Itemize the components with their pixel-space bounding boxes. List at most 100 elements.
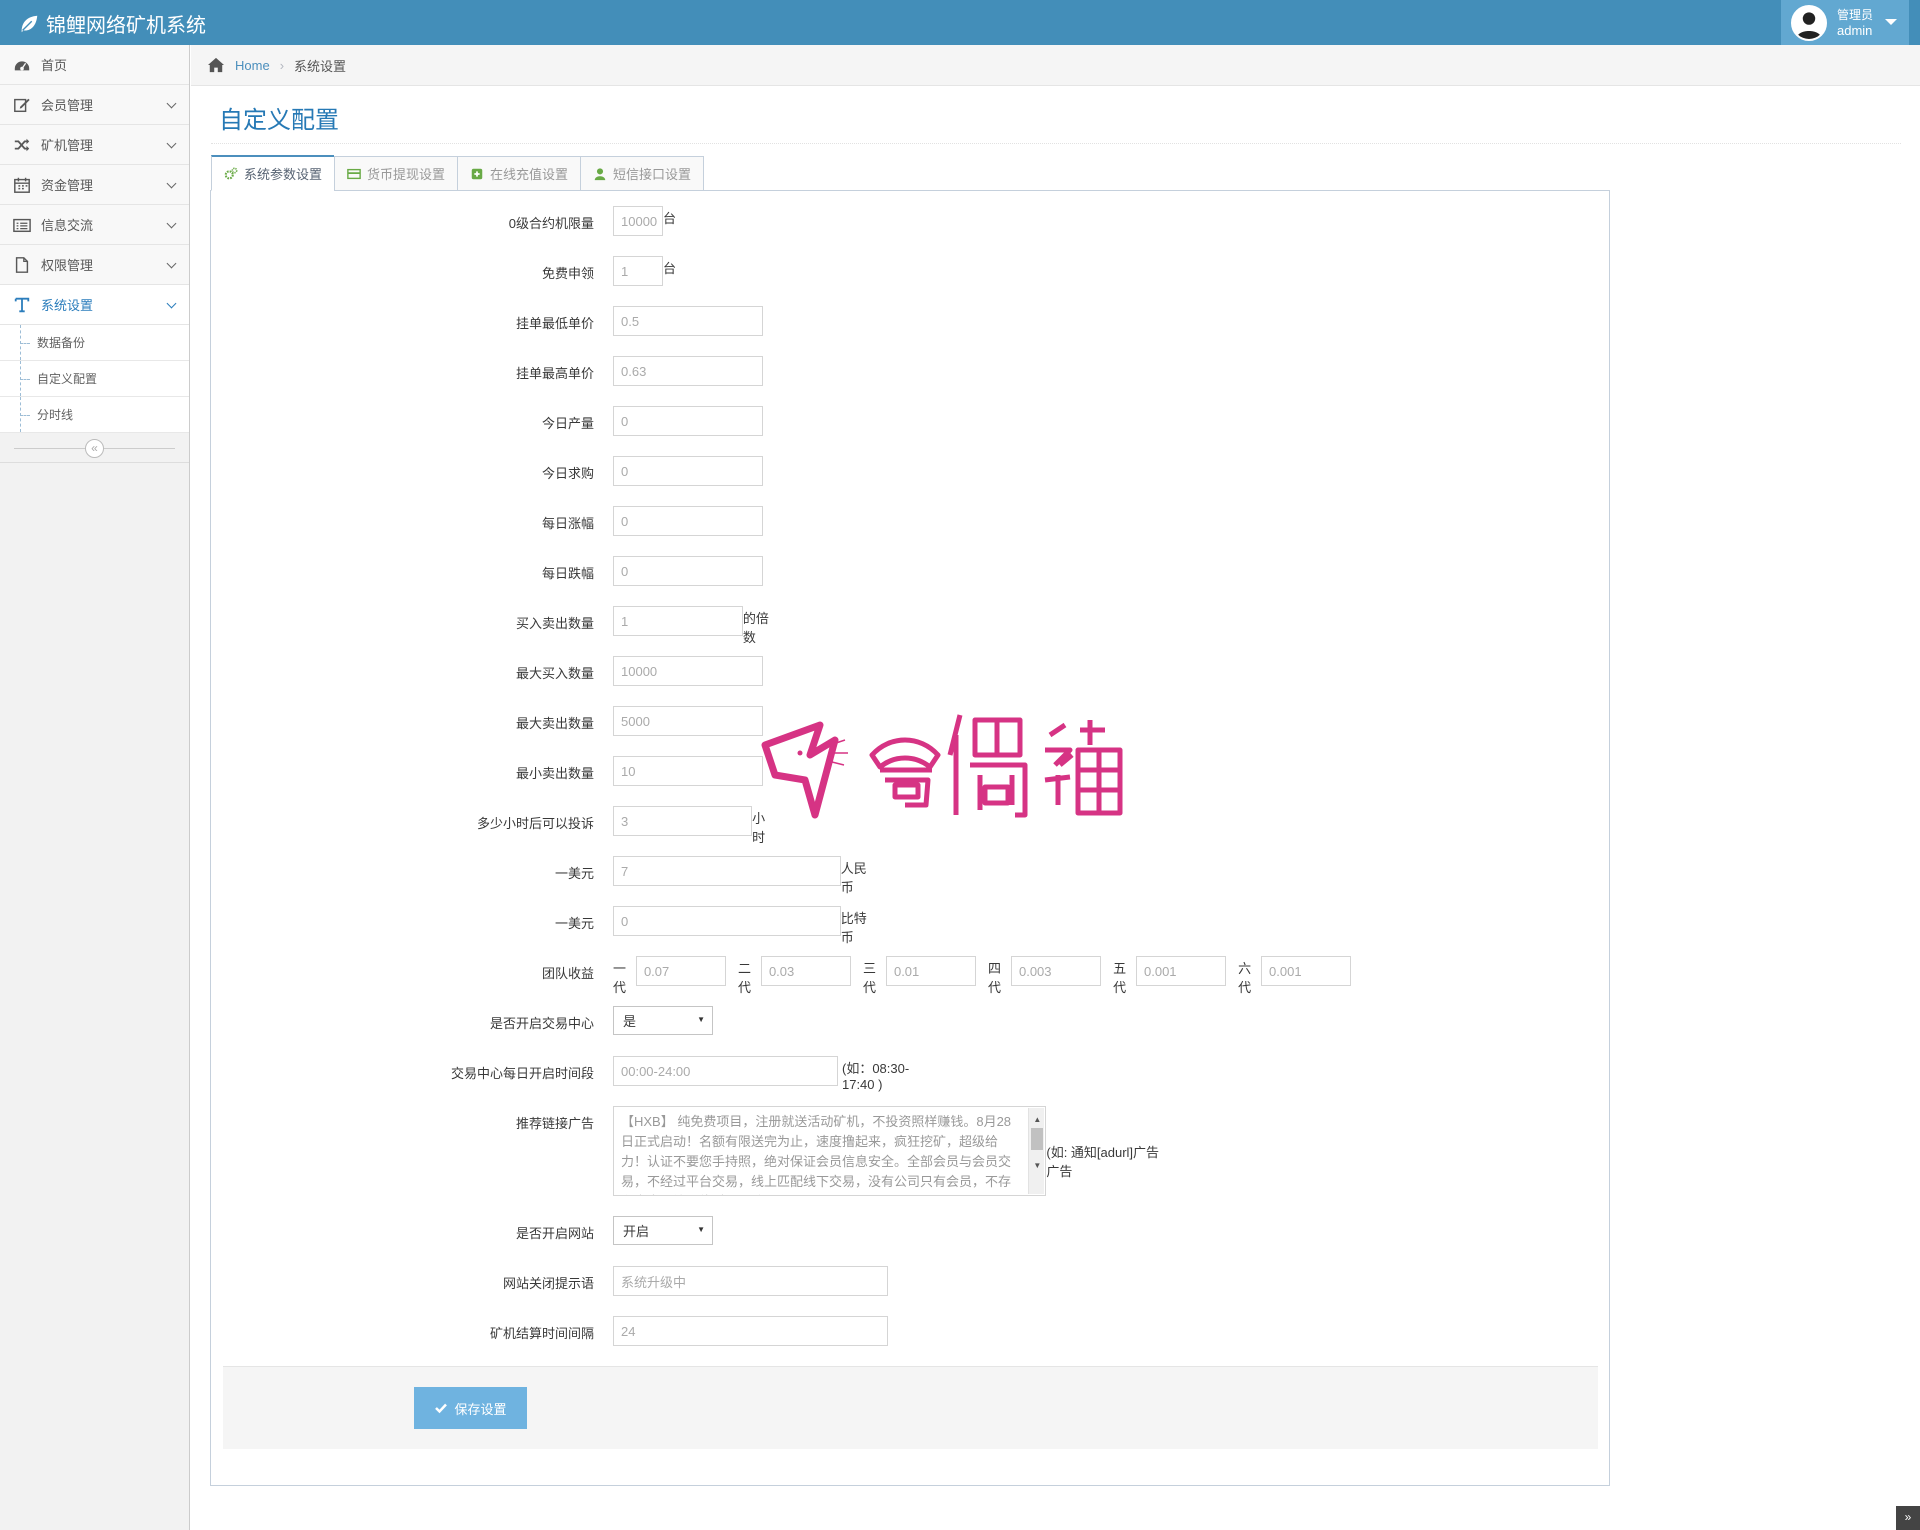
chevron-down-icon: [166, 218, 177, 229]
trade-qty-input[interactable]: 1: [613, 606, 743, 636]
scroll-down-icon[interactable]: ▼: [1033, 1156, 1041, 1176]
calendar-icon: [11, 176, 33, 194]
breadcrumb: Home › 系统设置: [191, 45, 1920, 86]
generation-label: 五代: [1113, 961, 1127, 995]
double-chevron-left-icon[interactable]: «: [85, 439, 104, 458]
random-icon: [11, 136, 33, 154]
settings-tabs: 系统参数设置 货币提现设置 在线充值设置 短信接口设置: [211, 155, 705, 191]
field-label: 一美元: [554, 916, 594, 931]
sidebar-item-label: 信息交流: [41, 218, 94, 233]
settle-interval-input[interactable]: 24: [613, 1316, 888, 1346]
tab-label: 货币提现设置: [367, 167, 446, 182]
field-label: 买入卖出数量: [515, 616, 594, 631]
sidebar-item-home[interactable]: 首页: [0, 45, 189, 85]
sidebar-item-label: 会员管理: [41, 98, 94, 113]
sidebar-item-settings[interactable]: 系统设置: [0, 285, 189, 325]
field-label: 最大卖出数量: [515, 716, 594, 731]
breadcrumb-home-link[interactable]: Home: [235, 58, 270, 73]
team-income-gen1-input[interactable]: 0.07: [635, 956, 727, 986]
scroll-to-top-button[interactable]: »: [1896, 1506, 1920, 1530]
user-menu[interactable]: 管理员 admin: [1781, 0, 1909, 45]
page-title: 自定义配置: [219, 107, 339, 134]
field-label: 今日产量: [541, 416, 594, 431]
field-label: 最大买入数量: [515, 666, 594, 681]
credit-card-icon: [347, 167, 361, 181]
sidebar-item-label: 资金管理: [41, 178, 94, 193]
max-sell-input[interactable]: 5000: [613, 706, 763, 736]
field-label: 交易中心每日开启时间段: [450, 1066, 594, 1081]
field-label: 每日跌幅: [541, 566, 594, 581]
user-icon: [593, 167, 607, 181]
min-price-input[interactable]: 0.5: [613, 306, 763, 336]
sidebar-subitem-timeline[interactable]: 分时线: [0, 397, 189, 433]
sidebar-item-funds[interactable]: 资金管理: [0, 165, 189, 205]
generation-label: 三代: [863, 961, 877, 995]
field-label: 一美元: [554, 866, 594, 881]
home-icon: [208, 57, 224, 73]
daily-rise-input[interactable]: 0: [613, 506, 763, 536]
tab-sms[interactable]: 短信接口设置: [580, 156, 705, 191]
usd-cny-input[interactable]: 7: [613, 856, 841, 886]
chevron-down-icon: [166, 178, 177, 189]
field-suffix: 台: [663, 261, 677, 276]
field-label: 网站关闭提示语: [502, 1276, 594, 1291]
top-navbar: 锦鲤网络矿机系统 管理员 admin: [0, 0, 1920, 45]
today-output-input[interactable]: 0: [613, 406, 763, 436]
sidebar-item-members[interactable]: 会员管理: [0, 85, 189, 125]
level0-limit-input[interactable]: 10000: [613, 206, 663, 236]
team-income-gen2-input[interactable]: 0.03: [760, 956, 852, 986]
sidebar-subitem-label: 自定义配置: [37, 372, 98, 386]
site-open-select[interactable]: 开启: [613, 1216, 713, 1245]
tab-label: 在线充值设置: [490, 167, 569, 182]
daily-fall-input[interactable]: 0: [613, 556, 763, 586]
app-brand[interactable]: 锦鲤网络矿机系统: [18, 9, 206, 38]
sidebar-subitem-custom-config[interactable]: 自定义配置: [0, 361, 189, 397]
trade-center-select[interactable]: 是: [613, 1006, 713, 1035]
breadcrumb-separator: ›: [279, 57, 285, 73]
generation-label: 二代: [738, 961, 752, 995]
complaint-hours-input[interactable]: 3: [613, 806, 753, 836]
team-income-gen4-input[interactable]: 0.003: [1010, 956, 1102, 986]
field-label: 是否开启交易中心: [489, 1016, 594, 1031]
form-actions: 保存设置: [223, 1366, 1598, 1449]
close-msg-input[interactable]: 系统升级中: [613, 1266, 888, 1296]
team-income-gen3-input[interactable]: 0.01: [885, 956, 977, 986]
generation-label: 四代: [988, 961, 1002, 995]
sidebar-item-label: 权限管理: [41, 258, 94, 273]
list-alt-icon: [11, 216, 33, 234]
field-label: 免费申领: [541, 266, 594, 281]
tab-system-params[interactable]: 系统参数设置: [211, 155, 335, 191]
textarea-scrollbar[interactable]: ▲ ▼: [1028, 1108, 1045, 1194]
today-buy-input[interactable]: 0: [613, 456, 763, 486]
sidebar-item-permissions[interactable]: 权限管理: [0, 245, 189, 285]
field-label: 每日涨幅: [541, 516, 594, 531]
field-suffix: 台: [663, 211, 677, 226]
file-icon: [11, 256, 33, 274]
generation-label: 六代: [1238, 961, 1252, 995]
sidebar-subitem-backup[interactable]: 数据备份: [0, 325, 189, 361]
tab-recharge[interactable]: 在线充值设置: [457, 156, 581, 191]
chevron-down-icon: [166, 98, 177, 109]
tab-withdrawal[interactable]: 货币提现设置: [334, 156, 458, 191]
max-price-input[interactable]: 0.63: [613, 356, 763, 386]
scroll-up-icon[interactable]: ▲: [1033, 1110, 1041, 1130]
save-button-label: 保存设置: [454, 1401, 507, 1417]
ad-textarea[interactable]: 【HXB】 纯免费项目，注册就送活动矿机，不投资照样赚钱。8月28日正式启动！名…: [613, 1106, 1047, 1196]
field-suffix: 的倍数: [742, 611, 769, 645]
free-claim-input[interactable]: 1: [613, 256, 663, 286]
page-header-divider: [211, 143, 1901, 144]
field-label: 多少小时后可以投诉: [476, 816, 594, 831]
sidebar-item-messages[interactable]: 信息交流: [0, 205, 189, 245]
sidebar-subitem-label: 数据备份: [37, 336, 86, 350]
sidebar-item-label: 系统设置: [41, 298, 94, 313]
usd-btc-input[interactable]: 0: [613, 906, 841, 936]
scroll-thumb[interactable]: [1031, 1128, 1044, 1150]
team-income-gen6-input[interactable]: 0.001: [1261, 956, 1352, 986]
sidebar-item-miners[interactable]: 矿机管理: [0, 125, 189, 165]
max-buy-input[interactable]: 10000: [613, 656, 763, 686]
sidebar-item-label: 矿机管理: [41, 138, 94, 153]
min-sell-input[interactable]: 10: [613, 756, 763, 786]
team-income-gen5-input[interactable]: 0.001: [1136, 956, 1227, 986]
trade-hours-input[interactable]: 00:00-24:00: [613, 1056, 838, 1086]
save-button[interactable]: 保存设置: [414, 1387, 527, 1429]
